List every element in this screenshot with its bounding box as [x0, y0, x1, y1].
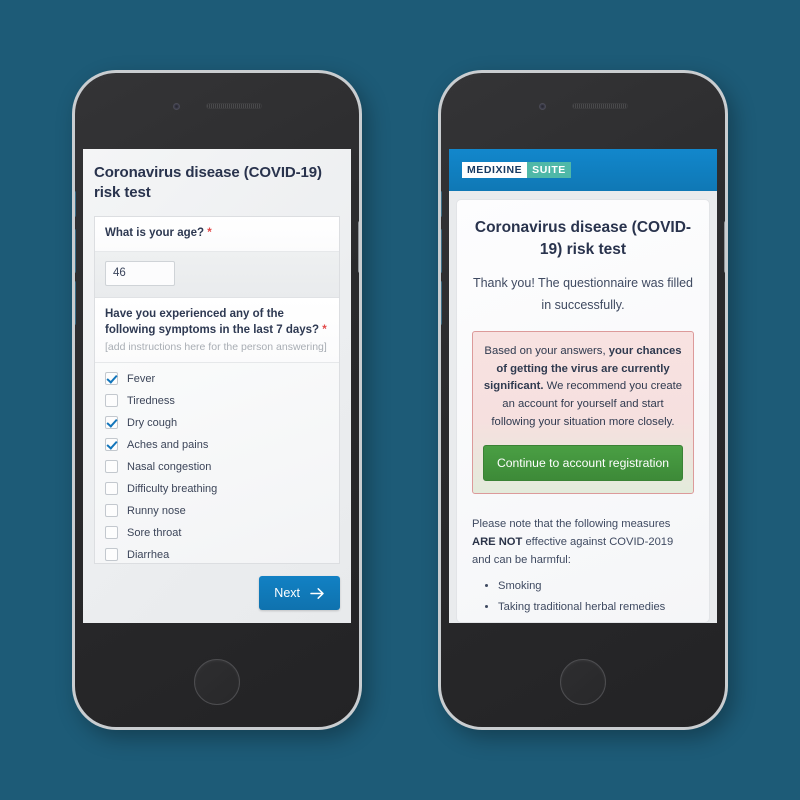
questionnaire-footer: Next	[94, 564, 340, 623]
checkbox-label: Diarrhea	[127, 548, 170, 561]
checkbox-row-aches-and-pains[interactable]: Aches and pains	[105, 434, 329, 456]
volume-up-button-right[interactable]	[441, 229, 442, 273]
checkbox-label: Dry cough	[127, 416, 178, 429]
required-asterisk: *	[207, 226, 212, 239]
front-camera-icon	[172, 102, 180, 110]
phone-body-right: MEDIXINE SUITE Coronavirus disease (COVI…	[441, 73, 725, 727]
volume-down-button-right[interactable]	[441, 281, 442, 325]
power-button-left[interactable]	[358, 221, 359, 273]
result-card: Coronavirus disease (COVID-19) risk test…	[456, 199, 710, 623]
volume-up-button-left[interactable]	[75, 229, 76, 273]
continue-button-label: Continue to account registration	[496, 455, 670, 470]
phone-body-left: Coronavirus disease (COVID-19) risk test…	[75, 73, 359, 727]
symptoms-option-list: Fever Tiredness Dry cough Aches and pain…	[95, 362, 339, 563]
home-button-right[interactable]	[560, 659, 606, 705]
earpiece-speaker-icon	[205, 103, 262, 109]
risk-alert-box: Based on your answers, your chances of g…	[472, 330, 694, 494]
symptoms-question-block: Have you experienced any of the followin…	[95, 297, 339, 363]
continue-to-registration-button[interactable]: Continue to account registration	[483, 444, 683, 481]
checkbox-fever[interactable]	[105, 372, 118, 386]
phone-top-hardware-left	[75, 100, 359, 112]
next-button-label: Next	[274, 586, 300, 600]
checkbox-label: Difficulty breathing	[127, 482, 218, 495]
checkbox-label: Fever	[127, 372, 156, 385]
harmful-measures-list: Smoking Taking traditional herbal remedi…	[472, 576, 694, 622]
checkbox-label: Tiredness	[127, 394, 175, 407]
checkbox-nasal-congestion[interactable]	[105, 460, 118, 474]
volume-down-button-left[interactable]	[75, 281, 76, 325]
harmful-measures-note: Please note that the following measures …	[472, 515, 694, 622]
checkbox-label: Sore throat	[127, 526, 182, 539]
phone-device-right: MEDIXINE SUITE Coronavirus disease (COVI…	[438, 70, 728, 730]
logo-primary-text: MEDIXINE	[462, 162, 528, 178]
checkbox-row-sore-throat[interactable]: Sore throat	[105, 522, 329, 544]
result-thanks-message: Thank you! The questionnaire was filled …	[472, 275, 694, 312]
age-input[interactable]: 46	[105, 260, 175, 286]
checkbox-tiredness[interactable]	[105, 394, 118, 408]
list-item: Taking traditional herbal remedies	[498, 597, 694, 617]
checkbox-difficulty-breathing[interactable]	[105, 482, 118, 496]
phone-top-hardware-right	[441, 100, 725, 112]
checkbox-row-dry-cough[interactable]: Dry cough	[105, 412, 329, 434]
checkbox-row-diarrhea[interactable]: Diarrhea	[105, 544, 329, 563]
earpiece-speaker-icon	[571, 103, 628, 109]
checkbox-diarrhea[interactable]	[105, 548, 118, 562]
note-text-before: Please note that the following measures	[472, 517, 671, 530]
symptoms-question-hint: [add instructions here for the person an…	[105, 340, 327, 353]
logo-secondary-text: SUITE	[527, 162, 571, 178]
result-body: Coronavirus disease (COVID-19) risk test…	[449, 191, 717, 623]
silent-switch-left[interactable]	[75, 191, 76, 217]
checkbox-row-runny-nose[interactable]: Runny nose	[105, 500, 329, 522]
checkbox-sore-throat[interactable]	[105, 526, 118, 540]
checkbox-label: Runny nose	[127, 504, 186, 517]
risk-alert-lead: Based on your answers,	[484, 344, 606, 357]
note-emphasis: ARE NOT	[472, 536, 523, 549]
list-item: Smoking	[498, 576, 694, 596]
checkbox-row-difficulty-breathing[interactable]: Difficulty breathing	[105, 478, 329, 500]
screen-right: MEDIXINE SUITE Coronavirus disease (COVI…	[449, 149, 717, 623]
screen-left: Coronavirus disease (COVID-19) risk test…	[83, 149, 351, 623]
next-button[interactable]: Next	[259, 576, 340, 610]
checkbox-runny-nose[interactable]	[105, 504, 118, 518]
checkbox-label: Nasal congestion	[127, 460, 212, 473]
required-asterisk: *	[322, 324, 327, 337]
checkbox-label: Aches and pains	[127, 438, 209, 451]
app-header: MEDIXINE SUITE	[449, 149, 717, 191]
questionnaire-card: What is your age? * 46 Have you experien…	[94, 215, 340, 564]
checkbox-aches-and-pains[interactable]	[105, 438, 118, 452]
page-title: Coronavirus disease (COVID-19) risk test	[94, 164, 322, 201]
age-question-block: What is your age? *	[95, 216, 339, 252]
checkbox-dry-cough[interactable]	[105, 416, 118, 430]
arrow-right-icon	[310, 587, 324, 599]
age-question-text: What is your age?	[105, 226, 205, 239]
front-camera-icon	[538, 102, 546, 110]
power-button-right[interactable]	[724, 221, 725, 273]
symptoms-question-text: Have you experienced any of the followin…	[105, 307, 320, 337]
questionnaire-page: Coronavirus disease (COVID-19) risk test…	[83, 149, 351, 623]
medixine-suite-logo[interactable]: MEDIXINE SUITE	[462, 162, 571, 178]
result-title: Coronavirus disease (COVID-19) risk test	[474, 219, 692, 259]
age-question-label: What is your age? *	[105, 225, 329, 242]
home-button-left[interactable]	[194, 659, 240, 705]
checkbox-row-nasal-congestion[interactable]: Nasal congestion	[105, 456, 329, 478]
list-item: Wearing multiple masks	[498, 617, 694, 622]
symptoms-question-label: Have you experienced any of the followin…	[105, 306, 329, 339]
age-input-row: 46	[95, 251, 339, 298]
risk-alert-text: Based on your answers, your chances of g…	[483, 343, 683, 432]
result-page: MEDIXINE SUITE Coronavirus disease (COVI…	[449, 149, 717, 623]
phone-device-left: Coronavirus disease (COVID-19) risk test…	[72, 70, 362, 730]
silent-switch-right[interactable]	[441, 191, 442, 217]
checkbox-row-tiredness[interactable]: Tiredness	[105, 390, 329, 412]
checkbox-row-fever[interactable]: Fever	[105, 368, 329, 390]
